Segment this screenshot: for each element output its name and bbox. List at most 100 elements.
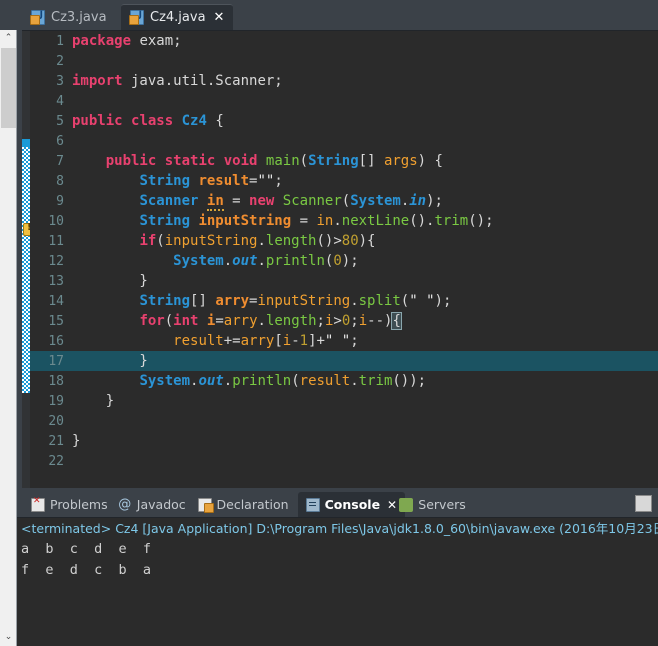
code-line[interactable]: 19 } — [30, 391, 658, 411]
code-line[interactable]: 9 Scanner in = new Scanner(System.in); — [30, 191, 658, 211]
line-number: 6 — [56, 134, 64, 149]
line-number: 8 — [56, 174, 64, 189]
editor-tab-cz4-java[interactable]: Cz4.java ✕ — [121, 4, 234, 30]
code-line[interactable]: 14 String[] arry=inputString.split(" "); — [30, 291, 658, 311]
panel-tab-servers[interactable]: Servers — [391, 492, 474, 517]
console-status-line: <terminated> Cz4 [Java Application] D:\P… — [21, 521, 658, 536]
panel-tab-label: Declaration — [216, 497, 289, 512]
code-line-text: } — [72, 273, 148, 289]
code-line[interactable]: 13 } — [30, 271, 658, 291]
servers-icon — [399, 497, 414, 512]
console-icon — [305, 497, 320, 512]
eclipse-window: ⌃ ⌄ Cz3.java Cz4.java ✕ 1 package exam; 2 3 im… — [0, 0, 658, 646]
panel-tab-console[interactable]: Console ✕ — [297, 492, 406, 517]
code-line-text: System.out.println(result.trim()); — [139, 373, 427, 389]
code-line[interactable]: 5 public class Cz4 { — [30, 111, 658, 131]
code-line-text: package exam; — [72, 33, 182, 49]
panel-tab-label: Console — [324, 497, 381, 512]
console-view[interactable]: <terminated> Cz4 [Java Application] D:\P… — [17, 517, 658, 646]
java-file-icon — [30, 9, 45, 25]
editor-tab-label: Cz3.java — [51, 9, 107, 25]
code-line-text: } — [72, 433, 81, 449]
code-line[interactable]: 16 result+=arry[i-1]+" "; — [30, 331, 658, 351]
javadoc-icon: @ — [118, 496, 132, 512]
change-bar-cap — [22, 139, 30, 147]
panel-toolbar-button[interactable] — [635, 495, 652, 512]
panel-tab-label: Javadoc — [136, 497, 186, 512]
line-number: 20 — [48, 414, 64, 429]
declaration-icon — [197, 497, 214, 513]
change-bar — [22, 147, 30, 393]
code-line[interactable]: 2 — [30, 51, 658, 71]
line-number: 22 — [48, 454, 64, 469]
editor-tab-cz3-java[interactable]: Cz3.java — [22, 4, 116, 30]
code-line-text: public class Cz4 { — [72, 113, 224, 129]
line-number: 7 — [56, 154, 64, 169]
line-number: 1 — [56, 34, 64, 49]
code-line-text: String result=""; — [139, 173, 283, 189]
console-output-line: a b c d e f — [21, 541, 152, 557]
code-editor[interactable]: 1 package exam; 2 3 import java.util.Scanner… — [22, 30, 658, 488]
code-line[interactable]: 18 System.out.println(result.trim()); — [30, 371, 658, 391]
code-line-text: for(int i=arry.length;i>0;i--){ — [139, 312, 402, 330]
bottom-panel: Problems @ Javadoc Declaration Console✕ Serve… — [17, 490, 658, 646]
panel-tab-label: Problems — [50, 497, 108, 512]
line-number: 3 — [56, 74, 64, 89]
line-number: 5 — [56, 114, 64, 129]
code-line-text: Scanner in = new Scanner(System.in); — [139, 193, 443, 211]
panel-tab-label: Servers — [418, 497, 466, 512]
scroll-up-arrow-icon[interactable]: ⌃ — [0, 30, 17, 47]
code-line[interactable]: 1 package exam; — [30, 31, 658, 51]
line-number: 15 — [48, 314, 64, 329]
editor-gutter[interactable] — [22, 31, 36, 488]
scrollbar-thumb[interactable] — [1, 48, 16, 128]
panel-tab-javadoc[interactable]: @ Javadoc — [110, 492, 194, 517]
code-line[interactable]: 7 public static void main(String[] args)… — [30, 151, 658, 171]
line-number: 21 — [48, 434, 64, 449]
code-line[interactable]: 4 — [30, 91, 658, 111]
code-lines[interactable]: 1 package exam; 2 3 import java.util.Scanner… — [30, 31, 658, 488]
line-number: 19 — [48, 394, 64, 409]
code-line-text: result+=arry[i-1]+" "; — [173, 333, 359, 349]
editor-tab-bar: Cz3.java Cz4.java ✕ — [17, 0, 658, 30]
problems-icon — [31, 496, 45, 512]
panel-tab-bar: Problems @ Javadoc Declaration Console✕ Serve… — [17, 490, 658, 517]
line-number: 18 — [48, 374, 64, 389]
code-line[interactable]: 10 String inputString = in.nextLine().tr… — [30, 211, 658, 231]
code-line[interactable]: 21} — [30, 431, 658, 451]
editor-tab-label: Cz4.java — [150, 10, 206, 25]
line-number: 9 — [56, 194, 64, 209]
java-file-icon — [129, 10, 144, 25]
code-line-text: public static void main(String[] args) { — [105, 153, 443, 169]
panel-tab-problems[interactable]: Problems — [23, 492, 116, 517]
console-output-line: f e d c b a — [21, 562, 152, 578]
line-number: 2 — [56, 54, 64, 69]
code-line[interactable]: 3 import java.util.Scanner; — [30, 71, 658, 91]
code-line[interactable]: 8 String result=""; — [30, 171, 658, 191]
close-icon[interactable]: ✕ — [214, 10, 225, 25]
code-line[interactable]: 17 } — [30, 351, 658, 371]
code-line-text: String[] arry=inputString.split(" "); — [139, 293, 452, 309]
code-line-text: if(inputString.length()>80){ — [139, 233, 376, 249]
code-line-text: String inputString = in.nextLine().trim(… — [139, 213, 494, 229]
code-line-text: System.out.println(0); — [173, 253, 359, 269]
line-number: 12 — [48, 254, 64, 269]
code-line[interactable]: 12 System.out.println(0); — [30, 251, 658, 271]
code-line[interactable]: 20 — [30, 411, 658, 431]
code-line-text: } — [72, 353, 148, 369]
line-number: 14 — [48, 294, 64, 309]
outer-scrollbar[interactable]: ⌃ ⌄ — [0, 30, 17, 646]
line-number: 13 — [48, 274, 64, 289]
line-number: 10 — [48, 214, 64, 229]
line-number: 17 — [48, 354, 64, 369]
code-line-text: import java.util.Scanner; — [72, 73, 283, 89]
line-number: 16 — [48, 334, 64, 349]
scroll-down-arrow-icon[interactable]: ⌄ — [0, 629, 17, 646]
line-number: 4 — [56, 94, 64, 109]
code-line[interactable]: 15 for(int i=arry.length;i>0;i--){ — [30, 311, 658, 331]
code-line[interactable]: 6 — [30, 131, 658, 151]
panel-tab-declaration[interactable]: Declaration — [190, 492, 297, 517]
code-line[interactable]: 22 — [30, 451, 658, 471]
code-line[interactable]: 11 if(inputString.length()>80){ — [30, 231, 658, 251]
line-number: 11 — [48, 234, 64, 249]
